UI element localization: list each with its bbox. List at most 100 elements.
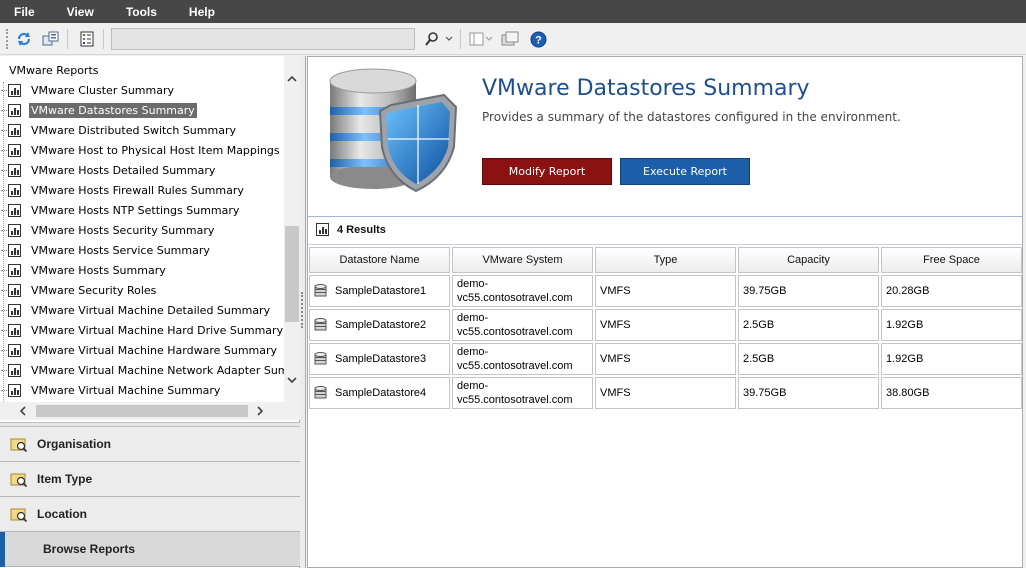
search-icon [425,32,438,46]
tree-connector [1,329,7,331]
report-chart-icon [8,243,21,257]
chevron-up-icon [287,75,297,82]
tree-connector [1,189,7,191]
tree-item-label: VMware Virtual Machine Detailed Summary [31,303,271,317]
menu-help[interactable]: Help [189,5,215,19]
table-row[interactable]: SampleDatastore4 demo-vc55.contosotravel.… [309,377,1024,409]
section-divider [308,216,1022,217]
nav-item-type[interactable]: Item Type [0,462,300,497]
scroll-thumb[interactable] [36,405,248,417]
report-chart-icon [8,383,21,397]
tree-connector [1,109,7,111]
table-cell: 2.5GB [738,343,879,375]
column-header[interactable]: VMware System [452,247,593,273]
tree-item[interactable]: VMware Virtual Machine Hard Drive Summar… [0,320,284,340]
tree-item[interactable]: VMware Security Roles [0,280,158,300]
cell-text: SampleDatastore3 [335,353,427,365]
search-dropdown[interactable] [443,29,455,49]
tree-item[interactable]: VMware Cluster Summary [0,80,176,100]
tree-vertical-scrollbar[interactable] [284,56,300,402]
tree-connector [1,249,7,251]
tree-item[interactable]: VMware Hosts Firewall Rules Summary [0,180,246,200]
cell-text: demo-vc55.contosotravel.com [457,278,573,304]
tree-item[interactable]: VMware Hosts Detailed Summary [0,160,217,180]
tree-connector [1,169,7,171]
tree-item[interactable]: VMware Hosts Security Summary [0,220,216,240]
table-row[interactable]: SampleDatastore3 demo-vc55.contosotravel.… [309,343,1024,375]
cell-text: VMFS [600,285,631,297]
tree-item-label: VMware Host to Physical Host Item Mappin… [31,143,280,157]
menu-tools[interactable]: Tools [126,5,157,19]
table-cell: 2.5GB [738,309,879,341]
scroll-down-button[interactable] [284,372,300,388]
tree-item[interactable]: VMware Host to Physical Host Item Mappin… [0,140,282,160]
help-button[interactable]: ? [528,29,548,49]
tree-item-label: VMware Datastores Summary [29,102,197,118]
tree-item-label: VMware Virtual Machine Hardware Summary [31,343,278,357]
table-cell: 38.80GB [881,377,1022,409]
chevron-down-icon [287,376,297,383]
tree-item[interactable]: VMware Hosts Summary [0,260,168,280]
table-body: SampleDatastore1 demo-vc55.contosotravel.… [309,275,1024,409]
nav-item-type-label: Item Type [37,472,93,486]
splitter-grip[interactable] [301,292,304,328]
folder-search-icon [10,438,28,453]
tree-item-label: VMware Virtual Machine Network Adapter S… [31,363,284,377]
tree-item[interactable]: VMware Virtual Machine Summary [0,380,222,400]
tree-item-label: VMware Virtual Machine Summary [31,383,221,397]
scroll-right-button[interactable] [252,403,268,419]
toolbar-grip[interactable] [6,29,8,49]
cell-text: SampleDatastore4 [335,387,427,399]
chevron-right-icon [256,406,263,416]
tree-item[interactable]: VMware Distributed Switch Summary [0,120,238,140]
app-window: File View Tools Help ? VMware Reports VM… [0,0,1026,568]
report-chart-icon [8,163,21,177]
tree-item-label: VMware Hosts Detailed Summary [31,163,216,177]
tree-root-label[interactable]: VMware Reports [9,64,99,77]
table-cell: demo-vc55.contosotravel.com [452,275,593,307]
copy-button[interactable] [41,29,61,49]
nav-location[interactable]: Location [0,497,300,532]
section-divider [308,244,1022,245]
report-description: Provides a summary of the datastores con… [482,110,901,124]
tree-item[interactable]: VMware Virtual Machine Hardware Summary [0,340,279,360]
nav-organisation[interactable]: Organisation [0,427,300,462]
folder-icon [501,31,519,46]
vertical-splitter[interactable] [300,56,306,568]
report-chart-icon [8,343,21,357]
column-header[interactable]: Capacity [738,247,879,273]
tree-item[interactable]: VMware Datastores Summary [0,100,197,120]
tree-item[interactable]: VMware Virtual Machine Detailed Summary [0,300,272,320]
column-header[interactable]: Free Space [881,247,1022,273]
scroll-left-button[interactable] [14,403,30,419]
table-cell: demo-vc55.contosotravel.com [452,343,593,375]
menu-file[interactable]: File [14,5,35,19]
tree-item[interactable]: VMware Hosts Service Summary [0,240,212,260]
folder-button[interactable] [500,29,520,49]
refresh-button[interactable] [14,29,34,49]
report-tree[interactable]: VMware Reports VMware Cluster Summary VMw… [0,56,284,402]
nav-browse-reports[interactable]: Browse Reports [0,532,300,567]
tree-horizontal-scrollbar[interactable] [0,402,284,420]
active-indicator [0,532,5,567]
search-button[interactable] [422,29,442,49]
column-header[interactable]: Datastore Name [309,247,450,273]
tree-connector [1,229,7,231]
scroll-up-button[interactable] [284,70,300,86]
scroll-thumb[interactable] [285,226,299,322]
column-header[interactable]: Type [595,247,736,273]
search-input[interactable] [111,28,415,50]
left-pane: VMware Reports VMware Cluster Summary VMw… [0,56,300,568]
execute-report-button[interactable]: Execute Report [620,158,750,185]
table-row[interactable]: SampleDatastore1 demo-vc55.contosotravel.… [309,275,1024,307]
cell-text: 1.92GB [886,353,924,365]
tree-item[interactable]: VMware Hosts NTP Settings Summary [0,200,241,220]
menu-view[interactable]: View [67,5,94,19]
report-chart-icon [316,223,329,236]
report-button[interactable] [77,29,97,49]
tree-item[interactable]: VMware Virtual Machine Network Adapter S… [0,360,284,380]
table-cell: SampleDatastore2 [309,309,450,341]
table-row[interactable]: SampleDatastore2 demo-vc55.contosotravel.… [309,309,1024,341]
columns-button[interactable] [468,29,494,49]
modify-report-button[interactable]: Modify Report [482,158,612,185]
